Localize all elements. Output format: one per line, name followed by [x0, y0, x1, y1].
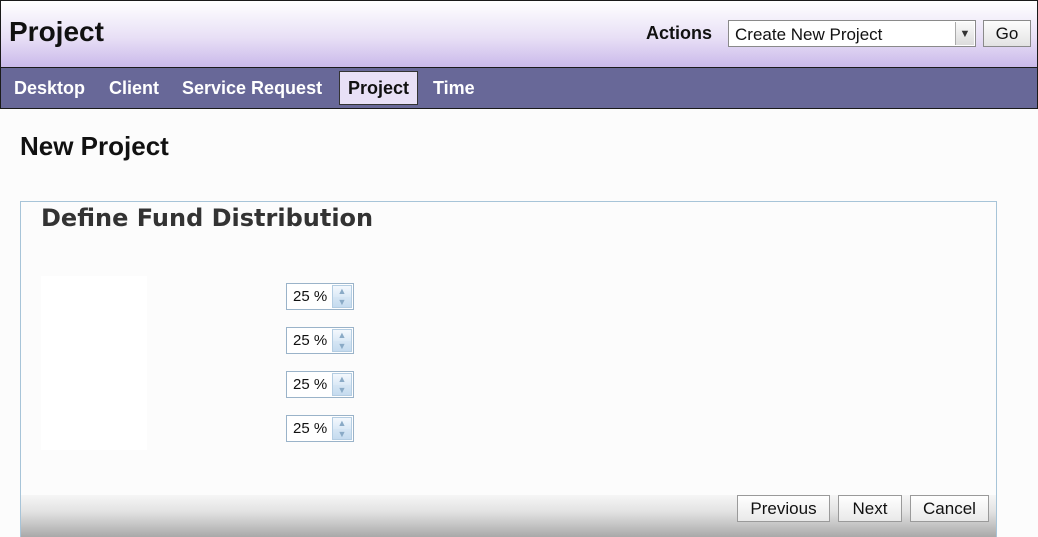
nav-item-client[interactable]: Client: [109, 68, 159, 108]
next-button[interactable]: Next: [838, 495, 902, 522]
chevron-down-icon[interactable]: ▼: [333, 384, 351, 395]
fund-percent-value: 25 %: [293, 376, 328, 393]
chevron-up-icon[interactable]: ▲: [333, 286, 351, 297]
stepper-buttons: ▲ ▼: [332, 285, 352, 308]
chevron-up-icon[interactable]: ▲: [333, 374, 351, 385]
nav-item-service-request[interactable]: Service Request: [182, 68, 322, 108]
panel-title: Define Fund Distribution: [41, 204, 374, 232]
actions-label: Actions: [646, 23, 713, 43]
nav-item-project[interactable]: Project: [339, 71, 419, 105]
fund-percent-stepper-1[interactable]: 25 % ▲ ▼: [286, 283, 354, 310]
stepper-buttons: ▲ ▼: [332, 417, 352, 440]
stepper-buttons: ▲ ▼: [332, 373, 352, 396]
app-header: Project Actions Create New Project ▼ Go: [0, 0, 1038, 67]
stepper-buttons: ▲ ▼: [332, 329, 352, 352]
chevron-down-icon[interactable]: ▼: [955, 22, 974, 45]
chevron-up-icon[interactable]: ▲: [333, 330, 351, 341]
fund-percent-stepper-2[interactable]: 25 % ▲ ▼: [286, 327, 354, 354]
go-button[interactable]: Go: [983, 20, 1031, 47]
actions-select[interactable]: Create New Project ▼: [728, 20, 976, 47]
nav-bar: Desktop Client Service Request Project T…: [0, 67, 1038, 109]
chevron-down-icon[interactable]: ▼: [333, 340, 351, 351]
app-title: Project: [9, 16, 104, 47]
fund-percent-stepper-3[interactable]: 25 % ▲ ▼: [286, 371, 354, 398]
actions-select-value: Create New Project: [735, 25, 883, 44]
chevron-up-icon[interactable]: ▲: [333, 418, 351, 429]
page-title: New Project: [20, 131, 169, 161]
fund-percent-value: 25 %: [293, 332, 328, 349]
fund-percent-value: 25 %: [293, 288, 328, 305]
fund-labels-area: [41, 276, 147, 450]
nav-item-desktop[interactable]: Desktop: [14, 68, 85, 108]
previous-button[interactable]: Previous: [737, 495, 830, 522]
wizard-footer: Previous Next Cancel: [21, 495, 996, 537]
chevron-down-icon[interactable]: ▼: [333, 428, 351, 439]
fund-percent-value: 25 %: [293, 420, 328, 437]
cancel-button[interactable]: Cancel: [910, 495, 989, 522]
nav-item-time[interactable]: Time: [433, 68, 475, 108]
fund-percent-stepper-4[interactable]: 25 % ▲ ▼: [286, 415, 354, 442]
chevron-down-icon[interactable]: ▼: [333, 296, 351, 307]
fund-distribution-panel: Define Fund Distribution 25 % ▲ ▼ 25 % ▲…: [20, 201, 997, 537]
